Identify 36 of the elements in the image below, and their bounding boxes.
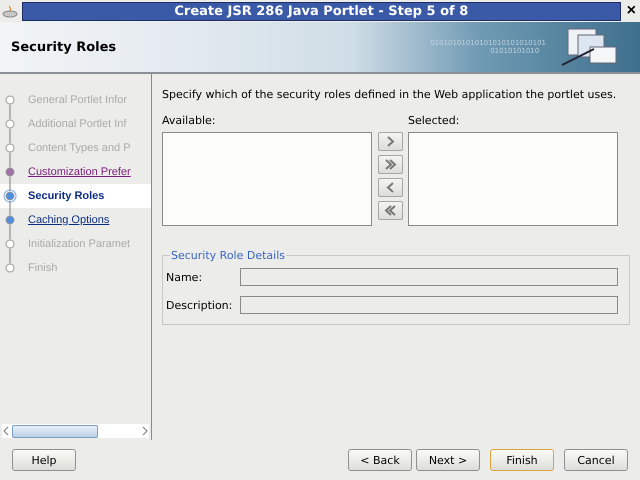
step-node-icon xyxy=(3,136,17,160)
wizard-step: Finish xyxy=(28,262,58,274)
available-label: Available: xyxy=(162,114,216,127)
wizard-step: Initialization Paramet xyxy=(28,238,130,250)
back-button[interactable]: < Back xyxy=(348,449,412,471)
scrollbar-thumb[interactable] xyxy=(12,424,98,438)
wizard-step: Additional Portlet Inf xyxy=(28,118,126,130)
wizard-step: Content Types and P xyxy=(28,142,131,154)
finish-button[interactable]: Finish xyxy=(490,449,554,471)
step-node-icon xyxy=(3,208,17,232)
group-title: Security Role Details xyxy=(170,249,286,262)
wizard-step[interactable]: Caching Options xyxy=(28,214,110,226)
cancel-button[interactable]: Cancel xyxy=(564,449,628,471)
wizard-step: General Portlet Infor xyxy=(28,94,128,106)
app-icon xyxy=(2,4,18,18)
shuttle-button[interactable] xyxy=(378,155,402,174)
wizard-step[interactable]: Customization Prefer xyxy=(28,166,131,178)
instruction-text: Specify which of the security roles defined in the Web application the portlet uses. xyxy=(162,88,618,101)
close-button[interactable]: × xyxy=(624,3,638,19)
step-node-icon xyxy=(3,112,17,136)
next-button[interactable]: Next > xyxy=(416,449,480,471)
shuttle-button[interactable] xyxy=(378,132,402,151)
field-label: Name: xyxy=(166,270,204,284)
step-node-icon xyxy=(3,232,17,256)
help-button[interactable]: Help xyxy=(12,449,76,471)
step-node-icon xyxy=(3,184,17,208)
available-list[interactable] xyxy=(162,132,372,226)
field-label: Description: xyxy=(166,298,234,312)
page-title: Security Roles xyxy=(11,40,116,54)
window-title: Create JSR 286 Java Portlet - Step 5 of 8 xyxy=(22,2,621,20)
step-node-icon xyxy=(3,160,17,184)
shuttle-button[interactable] xyxy=(378,178,402,197)
selected-list[interactable] xyxy=(408,132,618,226)
selected-label: Selected: xyxy=(408,114,460,127)
shuttle-button[interactable] xyxy=(378,201,402,220)
horizontal-scrollbar[interactable] xyxy=(2,424,149,438)
